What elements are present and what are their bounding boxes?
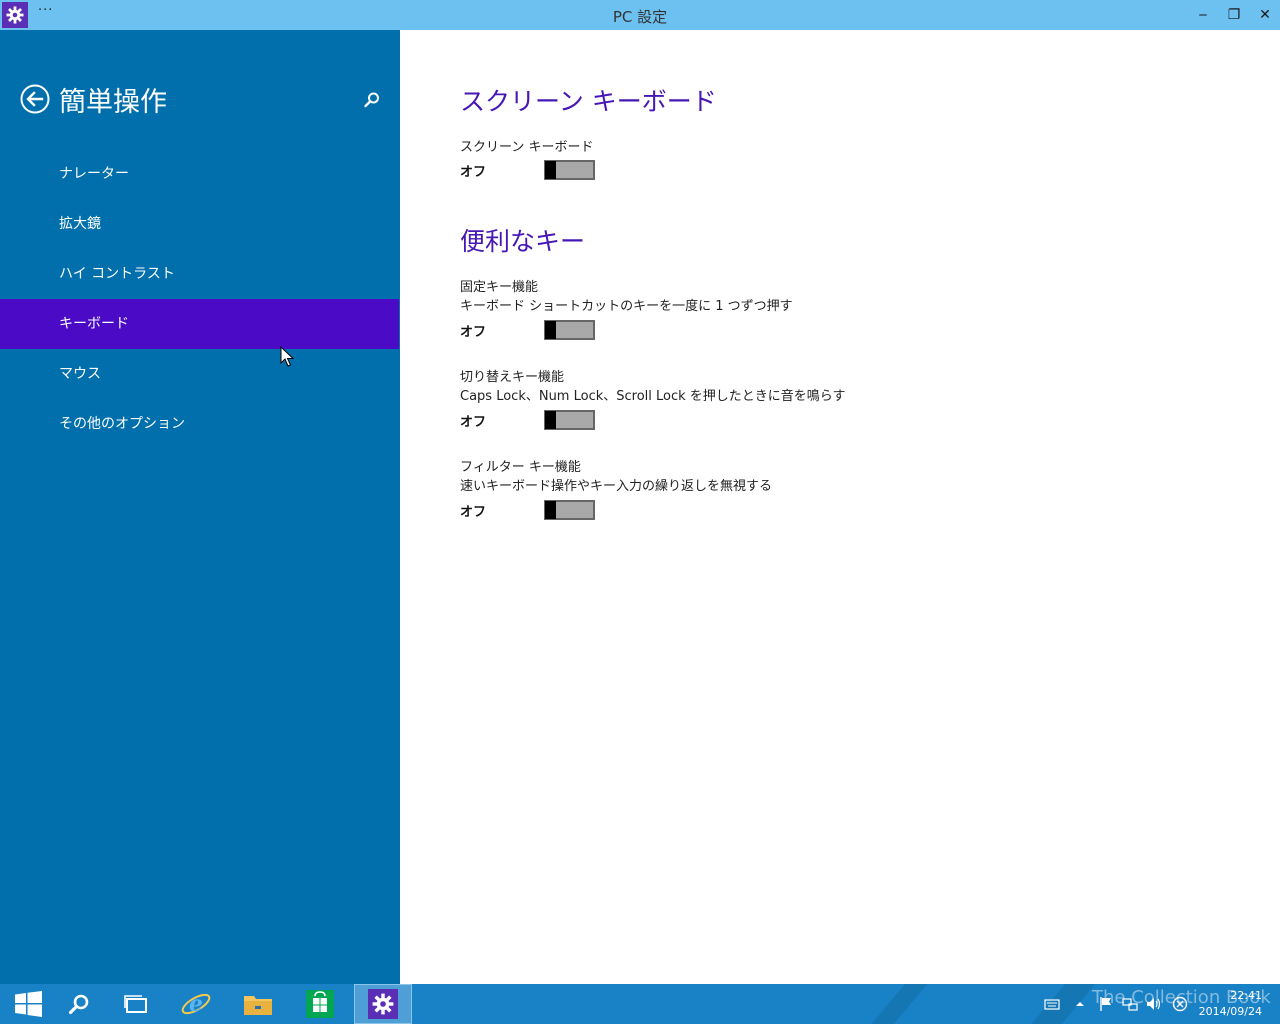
sidebar: 簡単操作 ナレーター 拡大鏡 ハイ コントラスト キーボード マウス その他のオ… [0,30,400,984]
store-button[interactable] [291,984,349,1024]
taskbar-decoration [854,984,928,1024]
back-arrow-icon [20,84,50,114]
settings-icon [368,989,398,1019]
setting-label-onscreen-keyboard: スクリーン キーボード [460,140,594,155]
flag-icon[interactable] [1098,996,1114,1012]
clock-time: 22:41 [1230,989,1262,1002]
start-icon [15,991,42,1017]
internet-explorer-icon: e [181,991,211,1017]
toggle-thumb [545,501,556,519]
sidebar-item-narrator[interactable]: ナレーター [0,149,399,199]
settings-taskbar-button[interactable] [354,984,412,1024]
show-hidden-icons-icon[interactable] [1072,996,1088,1012]
sidebar-item-other-options[interactable]: その他のオプション [0,399,399,449]
state-label-sticky-keys: オフ [460,325,487,340]
restore-icon: ❐ [1227,7,1241,23]
search-icon [68,994,89,1015]
back-button[interactable] [20,84,50,114]
sidebar-item-magnifier[interactable]: 拡大鏡 [0,199,399,249]
state-label-toggle-keys: オフ [460,415,487,430]
toggle-sticky-keys[interactable] [544,320,595,340]
sidebar-item-mouse[interactable]: マウス [0,349,399,399]
close-button[interactable]: ✕ [1250,0,1280,30]
clock-date: 2014/09/24 [1198,1005,1262,1018]
window-title: PC 設定 [612,8,668,26]
minimize-button[interactable]: ‒ [1188,0,1218,30]
network-icon[interactable] [1122,996,1138,1012]
setting-label-filter-keys: フィルター キー機能 [460,460,581,475]
settings-content: スクリーン キーボード スクリーン キーボード オフ 便利なキー 固定キー機能 … [400,30,1280,984]
setting-desc-filter-keys: 速いキーボード操作やキー入力の繰り返しを無視する [460,479,773,494]
task-view-button[interactable] [107,984,165,1024]
file-explorer-button[interactable] [229,984,287,1024]
close-icon: ✕ [1259,7,1271,23]
sidebar-title: 簡単操作 [59,87,167,118]
svg-text:e: e [189,991,203,1017]
toggle-thumb [545,411,556,429]
sidebar-item-high-contrast[interactable]: ハイ コントラスト [0,249,399,299]
state-label-filter-keys: オフ [460,505,487,520]
state-label-onscreen-keyboard: オフ [460,165,487,180]
toggle-thumb [545,321,556,339]
restore-button[interactable]: ❐ [1219,0,1249,30]
file-explorer-icon [244,996,272,1015]
search-taskbar-button[interactable] [50,984,108,1024]
search-icon [364,92,379,108]
title-bar: ··· PC 設定 ‒ ❐ ✕ [0,0,1280,30]
toggle-filter-keys[interactable] [544,500,595,520]
setting-desc-sticky-keys: キーボード ショートカットのキーを一度に 1 つずつ押す [460,299,793,314]
setting-label-sticky-keys: 固定キー機能 [460,280,539,295]
setting-label-toggle-keys: 切り替えキー機能 [460,370,565,385]
taskbar: e The Collection Book 22:41 2014/09/24 [0,984,1280,1024]
toggle-thumb [545,161,556,179]
section-title-useful-keys: 便利なキー [460,227,586,256]
keyboard-icon[interactable] [1044,996,1060,1012]
clock[interactable]: 22:41 2014/09/24 [1199,988,1262,1020]
mouse-cursor-icon [280,346,294,367]
search-button[interactable] [362,90,382,110]
setting-desc-toggle-keys: Caps Lock、Num Lock、Scroll Lock を押したときに音を… [460,389,846,404]
task-view-icon [124,995,147,1013]
power-icon[interactable] [1172,996,1188,1012]
minimize-icon: ‒ [1198,7,1208,23]
internet-explorer-button[interactable]: e [167,984,225,1024]
volume-icon[interactable] [1146,996,1162,1012]
toggle-toggle-keys[interactable] [544,410,595,430]
store-icon [306,990,334,1018]
toggle-onscreen-keyboard[interactable] [544,160,595,180]
sidebar-item-keyboard[interactable]: キーボード [0,299,399,349]
section-title-onscreen-keyboard: スクリーン キーボード [460,87,717,116]
